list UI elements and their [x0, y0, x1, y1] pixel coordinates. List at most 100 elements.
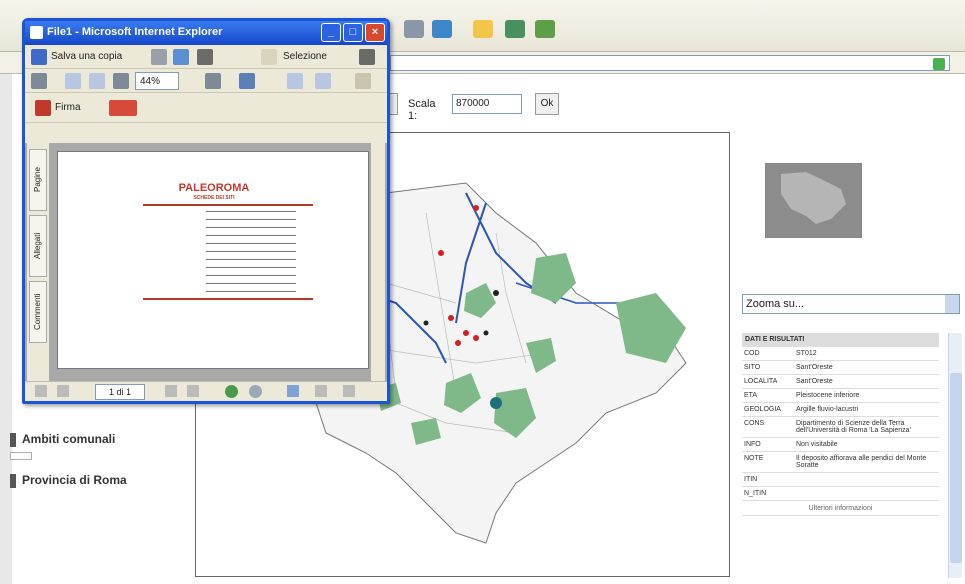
pdf-viewer[interactable]: Pagine Allegati Commenti PALEOROMA SCHED… — [25, 143, 387, 381]
snapshot-icon[interactable] — [359, 49, 375, 65]
back-icon[interactable] — [225, 385, 238, 398]
save-copy-button[interactable]: Salva una copia — [51, 48, 122, 66]
adobe-logo-icon[interactable] — [109, 100, 137, 116]
popup-title: File1 - Microsoft Internet Explorer — [47, 26, 223, 38]
pdf-popup-window[interactable]: File1 - Microsoft Internet Explorer _ □ … — [22, 18, 390, 404]
more-info-link[interactable]: Ulteriori informazioni — [742, 500, 939, 516]
site-info-panel: DATI E RISULTATI COD ST012 SITO Sant'Orest… — [742, 333, 939, 516]
pdf-scrollbar[interactable] — [371, 143, 385, 381]
address-input[interactable] — [390, 55, 950, 71]
table-row: LOCALITA Sant'Oreste — [742, 374, 939, 389]
find-icon[interactable] — [197, 49, 213, 65]
zoom-tool-icon[interactable] — [31, 73, 47, 89]
tools-icon[interactable] — [505, 20, 525, 38]
overview-map[interactable] — [765, 163, 862, 238]
go-icon[interactable] — [933, 58, 945, 70]
close-button[interactable]: × — [365, 23, 385, 42]
doc-row — [118, 274, 348, 278]
single-page-icon[interactable] — [287, 385, 299, 397]
doc-row — [118, 258, 348, 262]
popup-toolbar-3: Firma — [25, 93, 387, 123]
doc-row — [118, 218, 348, 222]
doc-row — [118, 290, 348, 294]
overview-shape — [781, 172, 846, 224]
tab-pages[interactable]: Pagine — [29, 149, 47, 211]
left-panel — [0, 74, 12, 584]
scale-label: Scala 1: — [408, 98, 436, 122]
pdf-status-bar: 1 di 1 — [25, 381, 387, 401]
continuous-icon[interactable] — [315, 385, 327, 397]
rotate-icon[interactable] — [239, 73, 255, 89]
zoom-out-icon[interactable] — [113, 73, 129, 89]
zoom-select-value: Zooma su... — [746, 298, 805, 310]
scroll-thumb[interactable] — [950, 373, 962, 563]
page-indicator[interactable]: 1 di 1 — [95, 384, 145, 400]
table-row: GEOLOGIA Argille fluvio-lacustri — [742, 402, 939, 417]
chevron-down-icon[interactable] — [945, 295, 959, 313]
zoom-select[interactable]: Zooma su... — [742, 294, 960, 314]
table-row: NOTE Il deposito affiorava alle pendici d… — [742, 451, 939, 473]
zoom-level-field[interactable]: 44% — [135, 72, 179, 90]
popup-toolbar-2: 44% — [25, 69, 387, 93]
fit-page-icon[interactable] — [89, 73, 105, 89]
prev-page-icon[interactable] — [57, 385, 69, 397]
sign-pen-icon[interactable] — [35, 100, 51, 116]
redo-icon[interactable] — [355, 73, 371, 89]
legend-swatch — [10, 452, 32, 460]
zoom-in-icon[interactable] — [205, 73, 221, 89]
doc-rule — [143, 298, 313, 300]
legend-toggle-icon[interactable] — [10, 473, 16, 488]
tab-comments[interactable]: Commenti — [29, 281, 47, 343]
site-info-table: DATI E RISULTATI COD ST012 SITO Sant'Orest… — [742, 333, 939, 516]
doc-row — [118, 266, 348, 270]
hand-tool-icon[interactable] — [261, 49, 277, 65]
doc-row — [118, 282, 348, 286]
legend-toggle-icon[interactable] — [10, 432, 16, 447]
legend-label: Provincia di Roma — [22, 473, 127, 487]
last-page-icon[interactable] — [187, 385, 199, 397]
scale-ok-button[interactable]: Ok — [535, 93, 559, 115]
table-row: ITIN — [742, 472, 939, 487]
table-row: ETA Pleistocene inferiore — [742, 388, 939, 403]
doc-row — [118, 226, 348, 230]
legend-item-provincia[interactable]: Provincia di Roma — [10, 473, 127, 488]
doc-rule — [143, 204, 313, 206]
facing-icon[interactable] — [343, 385, 355, 397]
legend-item-comuni[interactable]: Ambiti comunali — [10, 432, 116, 460]
print-icon[interactable] — [151, 49, 167, 65]
info-scrollbar[interactable] — [948, 333, 962, 578]
doc-row — [118, 234, 348, 238]
sign-button[interactable]: Firma — [55, 99, 81, 117]
table-row: CONS Dipartimento di Scienze della Terra … — [742, 416, 939, 438]
popup-title-bar[interactable]: File1 - Microsoft Internet Explorer _ □ … — [25, 21, 387, 45]
info-header: DATI E RISULTATI — [742, 333, 939, 347]
email-icon[interactable] — [173, 49, 189, 65]
save-icon[interactable] — [31, 49, 47, 65]
doc-row — [118, 210, 348, 214]
folder-icon[interactable] — [473, 20, 493, 38]
ie-icon — [30, 26, 43, 39]
forward-icon[interactable] — [249, 385, 262, 398]
side-tabs: Pagine Allegati Commenti — [27, 143, 49, 381]
tab-attachments[interactable]: Allegati — [29, 215, 47, 277]
undo-icon[interactable] — [315, 73, 331, 89]
next-page-icon[interactable] — [165, 385, 177, 397]
doc-title: PALEOROMA — [178, 182, 250, 194]
browser-window: Scala 1: 870000 Ok Zooma su... DATI E RI… — [0, 0, 965, 584]
table-row: SITO Sant'Oreste — [742, 360, 939, 375]
table-row: COD ST012 — [742, 346, 939, 361]
scale-input[interactable]: 870000 — [452, 94, 522, 114]
table-row: INFO Non visitabile — [742, 437, 939, 452]
maximize-button[interactable]: □ — [343, 23, 363, 42]
pages-icon[interactable] — [287, 73, 303, 89]
minimize-button[interactable]: _ — [321, 23, 341, 42]
popup-toolbar-1: Salva una copia Selezione — [25, 45, 387, 69]
print-icon[interactable] — [404, 20, 424, 38]
actual-size-icon[interactable] — [65, 73, 81, 89]
legend-label: Ambiti comunali — [22, 432, 116, 446]
select-tool-button[interactable]: Selezione — [283, 48, 327, 66]
first-page-icon[interactable] — [35, 385, 47, 397]
messenger-icon[interactable] — [535, 20, 555, 38]
mail-icon[interactable] — [432, 20, 452, 38]
pdf-page: PALEOROMA SCHEDE DEI SITI — [57, 151, 369, 369]
